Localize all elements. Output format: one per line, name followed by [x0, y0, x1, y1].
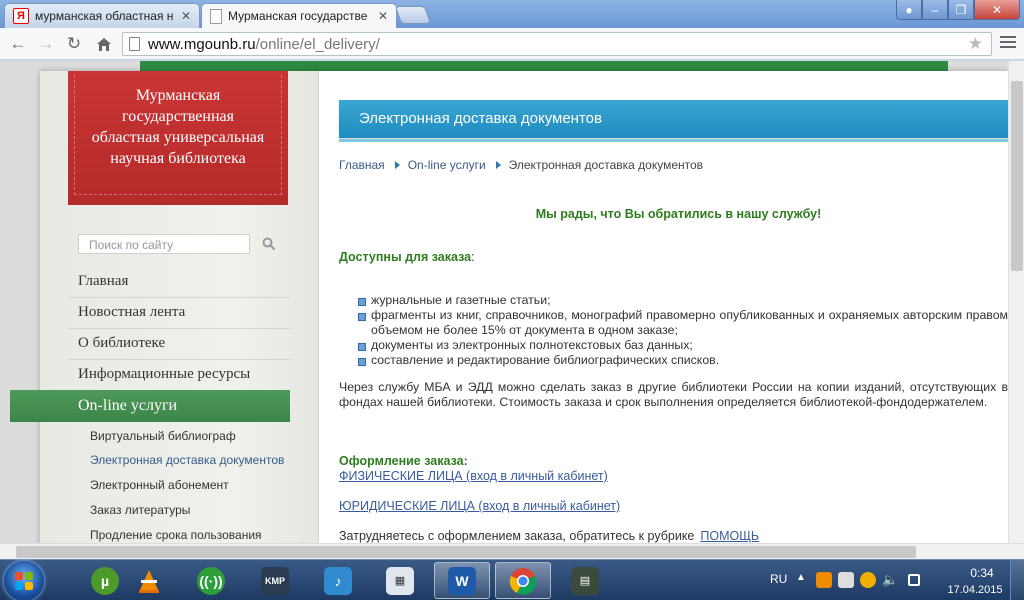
home-icon[interactable]: [94, 34, 114, 54]
list-item: журнальные и газетные статьи;: [358, 293, 1008, 308]
list-item: составление и редактирование библиографи…: [358, 353, 1008, 368]
breadcrumb-online-services[interactable]: On-line услуги: [408, 158, 486, 172]
nav-item-news[interactable]: Новостная лента: [78, 304, 185, 321]
nav-item-home[interactable]: Главная: [78, 273, 128, 290]
subnav-order-literature[interactable]: Заказ литературы: [90, 503, 190, 517]
network-icon[interactable]: ((·)): [183, 562, 239, 599]
tray-app-icon[interactable]: [816, 572, 832, 588]
bookmark-star-icon[interactable]: ★: [968, 34, 983, 54]
tab-library[interactable]: Мурманская государстве ✕: [201, 3, 397, 28]
forward-arrow-icon[interactable]: →: [36, 34, 56, 54]
browser-toolbar: ← → ↻ www.mgounb.ru/online/el_delivery/ …: [0, 28, 1024, 60]
show-desktop-button[interactable]: [1010, 560, 1024, 600]
scroll-thumb[interactable]: [1011, 81, 1023, 271]
clock-time[interactable]: 0:34: [952, 566, 1012, 580]
address-bar[interactable]: www.mgounb.ru/online/el_delivery/ ★: [122, 32, 992, 56]
close-tab-icon[interactable]: ✕: [181, 9, 191, 23]
breadcrumb-arrow-icon: [495, 161, 501, 169]
windows-logo-icon: [15, 572, 33, 590]
available-list: журнальные и газетные статьи; фрагменты …: [358, 293, 1008, 368]
tray-expand-icon[interactable]: ▲: [796, 572, 806, 583]
page-viewport: Мурманская государственная областная уни…: [0, 61, 1008, 543]
title-bar: Я мурманская областная н ✕ Мурманская го…: [0, 0, 1024, 28]
nav-divider: [68, 359, 290, 360]
nav-item-online-services[interactable]: On-line услуги: [10, 390, 290, 422]
back-arrow-icon[interactable]: ←: [8, 34, 28, 54]
subnav-electronic-subscription[interactable]: Электронный абонемент: [90, 478, 229, 492]
available-heading: Доступны для заказа:: [339, 250, 475, 264]
language-indicator[interactable]: RU: [770, 572, 787, 586]
page-icon: [129, 37, 140, 51]
breadcrumb: Главная On-line услуги Электронная доставк…: [339, 158, 703, 172]
library-logo[interactable]: Мурманская государственная областная уни…: [68, 71, 288, 205]
tray-app-icon[interactable]: [860, 572, 876, 588]
main-content: Электронная доставка документов Главная O…: [339, 71, 1008, 543]
tab-search[interactable]: Я мурманская областная н ✕: [4, 3, 200, 28]
nav-item-resources[interactable]: Информационные ресурсы: [78, 366, 250, 383]
scroll-thumb[interactable]: [16, 546, 916, 558]
clock-date[interactable]: 17.04.2015: [940, 584, 1010, 596]
physical-persons-link[interactable]: ФИЗИЧЕСКИЕ ЛИЦА (вход в личный кабинет): [339, 469, 608, 483]
list-item: фрагменты из книг, справочников, моногра…: [358, 308, 1008, 338]
nav-divider: [68, 328, 290, 329]
tray-app-icon[interactable]: [838, 572, 854, 588]
reload-icon[interactable]: ↻: [64, 34, 84, 54]
breadcrumb-arrow-icon: [394, 161, 400, 169]
search-icon[interactable]: [262, 237, 276, 251]
subnav-virtual-bibliographer[interactable]: Виртуальный библиограф: [90, 429, 236, 443]
taskbar: µ ((·)) KMP ♪ ▦ W ▤ RU ▲ 🔈 0:34 17.04.20…: [0, 559, 1024, 600]
order-heading: Оформление заказа:: [339, 454, 468, 468]
kmplayer-icon[interactable]: KMP: [247, 562, 303, 599]
legal-entities-link[interactable]: ЮРИДИЧЕСКИЕ ЛИЦА (вход в личный кабинет): [339, 499, 620, 513]
word-icon[interactable]: W: [434, 562, 490, 599]
list-item: документы из электронных полнотекстовых …: [358, 338, 1008, 353]
minimize-button[interactable]: –: [922, 0, 948, 20]
breadcrumb-current: Электронная доставка документов: [508, 158, 704, 172]
calculator-icon[interactable]: ▦: [372, 562, 428, 599]
page-body: Мурманская государственная областная уни…: [10, 71, 1008, 543]
welcome-message: Мы рады, что Вы обратились в нашу службу…: [535, 207, 822, 221]
network-tray-icon[interactable]: [908, 574, 920, 586]
sidebar: Мурманская государственная областная уни…: [10, 71, 319, 543]
chrome-icon[interactable]: [495, 562, 551, 599]
subnav-electronic-delivery[interactable]: Электронная доставка документов: [90, 453, 284, 467]
close-window-button[interactable]: ✕: [974, 0, 1020, 20]
page-title: Электронная доставка документов: [339, 100, 1008, 142]
horizontal-scrollbar[interactable]: [0, 543, 1024, 559]
vlc-icon[interactable]: [121, 562, 177, 599]
start-button[interactable]: [4, 561, 44, 600]
page-icon: [210, 8, 222, 24]
user-icon[interactable]: ●: [896, 0, 922, 20]
new-tab-button[interactable]: [394, 6, 432, 24]
site-search-input[interactable]: Поиск по сайту: [78, 234, 250, 254]
nav-divider: [68, 297, 290, 298]
yandex-icon: Я: [13, 8, 29, 24]
description-paragraph: Через службу МБА и ЭДД можно сделать зак…: [339, 380, 1008, 409]
help-link[interactable]: ПОМОЩЬ: [700, 529, 759, 543]
music-icon[interactable]: ♪: [310, 562, 366, 599]
vertical-scrollbar[interactable]: [1008, 61, 1024, 543]
subnav-renewal[interactable]: Продление срока пользования: [90, 528, 262, 542]
breadcrumb-home[interactable]: Главная: [339, 158, 385, 172]
menu-icon[interactable]: [1000, 36, 1016, 50]
close-tab-icon[interactable]: ✕: [378, 9, 388, 23]
maximize-button[interactable]: ❐: [948, 0, 974, 20]
help-line: Затрудняетесь с оформлением заказа, обра…: [339, 529, 760, 543]
monitor-icon[interactable]: ▤: [557, 562, 613, 599]
volume-icon[interactable]: 🔈: [882, 572, 898, 588]
nav-item-about[interactable]: О библиотеке: [78, 335, 165, 352]
